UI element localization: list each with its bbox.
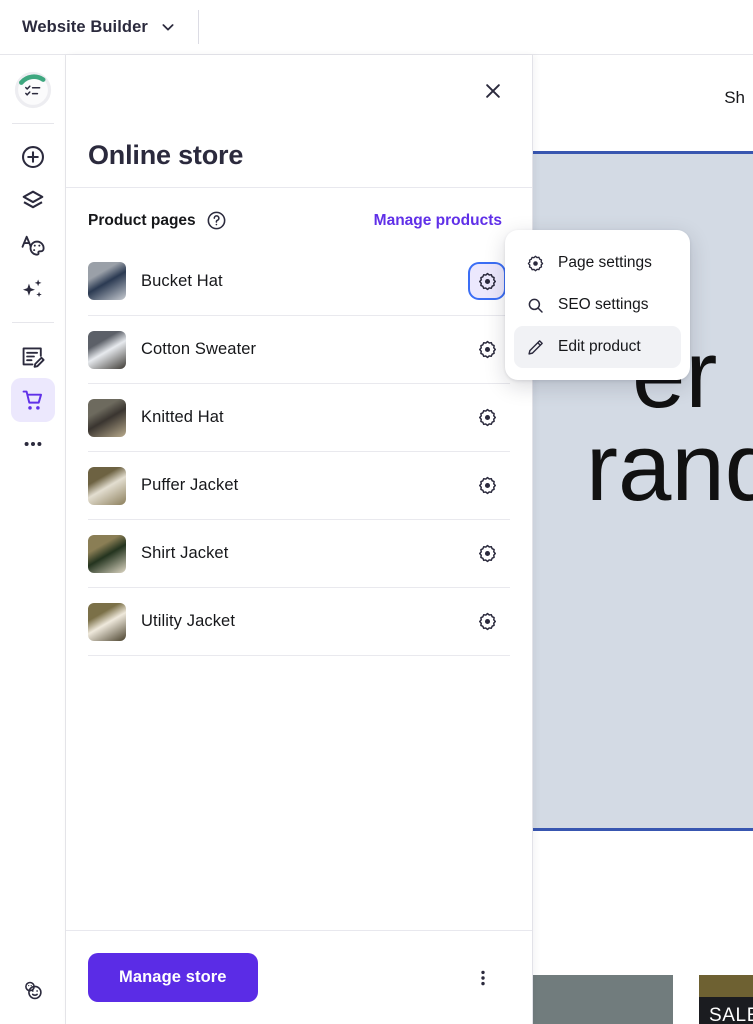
pencil-icon: [526, 338, 545, 357]
sidebar-item-ai-tools[interactable]: [11, 267, 55, 311]
sidebar-item-site-design[interactable]: [11, 223, 55, 267]
toolbar-divider: [197, 10, 199, 44]
table-row[interactable]: Cotton Sweater: [88, 315, 510, 383]
product-pages-section-header: Product pages Manage products: [66, 188, 532, 231]
product-settings-button[interactable]: [470, 401, 504, 435]
sparkle-ai-icon: [22, 279, 42, 297]
product-settings-button[interactable]: [470, 264, 504, 298]
manage-store-button[interactable]: Manage store: [88, 953, 258, 1002]
menu-item-label: Page settings: [558, 254, 652, 271]
gear-icon: [478, 272, 496, 290]
panel-more-options-button[interactable]: [466, 961, 500, 995]
product-thumbnail: [88, 398, 126, 437]
chevron-down-icon[interactable]: [160, 19, 176, 35]
sidebar-item-feedback[interactable]: [11, 968, 55, 1012]
preview-product-tile-gray[interactable]: [528, 975, 673, 1024]
gear-icon: [478, 408, 496, 427]
more-vertical-icon: [481, 970, 485, 985]
help-question-icon[interactable]: [206, 210, 227, 231]
product-pages-list: Bucket Hat Cotton Sweater Knitted Hat Puffe…: [88, 247, 510, 656]
app-title: Website Builder: [22, 17, 148, 36]
product-settings-button[interactable]: [470, 333, 504, 367]
menu-item-edit-product[interactable]: Edit product: [514, 326, 681, 368]
gear-icon: [478, 544, 496, 563]
rail-divider-top: [11, 123, 54, 124]
section-title: Product pages: [88, 211, 196, 229]
layers-icon: [22, 190, 43, 209]
shopping-cart-icon: [22, 390, 43, 410]
close-icon: [486, 84, 500, 98]
online-store-panel: Online store Product pages Manage produc…: [66, 55, 533, 1024]
menu-item-label: Edit product: [558, 338, 641, 355]
blog-edit-icon: [22, 346, 45, 368]
feedback-smiley-icon: [24, 981, 42, 1000]
gear-icon: [478, 476, 496, 495]
sidebar-item-add[interactable]: [11, 135, 55, 179]
product-name: Shirt Jacket: [141, 544, 229, 562]
table-row[interactable]: Bucket Hat: [88, 247, 510, 315]
product-name: Puffer Jacket: [141, 476, 239, 494]
panel-title: Online store: [88, 140, 244, 170]
panel-footer: Manage store: [66, 930, 532, 1024]
table-row[interactable]: Puffer Jacket: [88, 451, 510, 519]
table-row[interactable]: Knitted Hat: [88, 383, 510, 451]
app-switcher[interactable]: Website Builder: [0, 0, 176, 54]
panel-body: Product pages Manage products Bucket Hat…: [66, 188, 532, 930]
theme-palette-icon: [21, 235, 45, 256]
product-name: Utility Jacket: [141, 612, 236, 630]
product-name: Knitted Hat: [141, 408, 224, 426]
panel-header: Online store: [66, 55, 532, 188]
preview-sale-badge: SALE: [699, 997, 753, 1024]
table-row[interactable]: Shirt Jacket: [88, 519, 510, 587]
gear-icon: [478, 612, 496, 631]
search-icon: [526, 296, 545, 315]
menu-item-page-settings[interactable]: Page settings: [514, 242, 681, 284]
sidebar-item-pages-layers[interactable]: [11, 179, 55, 223]
section-heading-group: Product pages: [88, 210, 227, 231]
product-thumbnail: [88, 602, 126, 641]
product-settings-button[interactable]: [470, 469, 504, 503]
app-root: Website Builder Sh er rand SALE: [0, 0, 753, 1024]
product-settings-button[interactable]: [470, 605, 504, 639]
product-name: Cotton Sweater: [141, 340, 257, 358]
more-dots-icon: [24, 442, 41, 446]
product-thumbnail: [88, 330, 126, 369]
top-bar: Website Builder: [0, 0, 753, 55]
preview-hero-heading-line2: rand: [586, 414, 753, 521]
close-button[interactable]: [477, 75, 509, 107]
product-thumbnail: [88, 466, 126, 505]
product-context-menu: Page settings SEO settings Edit product: [505, 230, 690, 380]
sidebar-item-online-store[interactable]: [10, 378, 55, 422]
menu-item-seo-settings[interactable]: SEO settings: [514, 284, 681, 326]
preview-nav-shop-link[interactable]: Sh: [724, 88, 745, 108]
table-row[interactable]: Utility Jacket: [88, 587, 510, 655]
sidebar-item-more[interactable]: [11, 422, 55, 466]
sidebar-item-blog[interactable]: [11, 334, 55, 378]
left-rail: [0, 55, 66, 1024]
menu-item-label: SEO settings: [558, 296, 649, 313]
gear-icon: [526, 254, 545, 273]
rail-divider-bottom: [11, 322, 54, 323]
manage-products-link[interactable]: Manage products: [374, 212, 510, 230]
product-thumbnail: [88, 262, 126, 300]
sidebar-item-setup-checklist[interactable]: [11, 68, 55, 112]
product-name: Bucket Hat: [141, 271, 223, 290]
plus-circle-icon: [21, 146, 44, 168]
checklist-progress-icon: [13, 70, 53, 110]
gear-icon: [478, 340, 496, 359]
product-thumbnail: [88, 534, 126, 573]
product-settings-button[interactable]: [470, 537, 504, 571]
